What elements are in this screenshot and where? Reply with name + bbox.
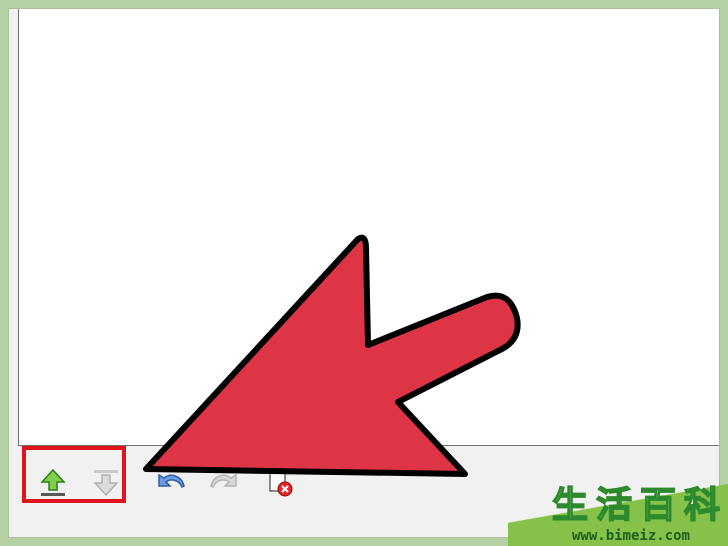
watermark-title: 生 活 百 科 <box>551 476 722 528</box>
watermark-char: 百 <box>639 484 678 527</box>
watermark-char: 活 <box>595 484 634 527</box>
watermark-char: 生 <box>551 484 590 527</box>
watermark-char: 科 <box>683 484 722 527</box>
watermark: 生 活 百 科 www.bimeiz.com <box>508 456 728 546</box>
watermark-url: www.bimeiz.com <box>571 528 690 544</box>
